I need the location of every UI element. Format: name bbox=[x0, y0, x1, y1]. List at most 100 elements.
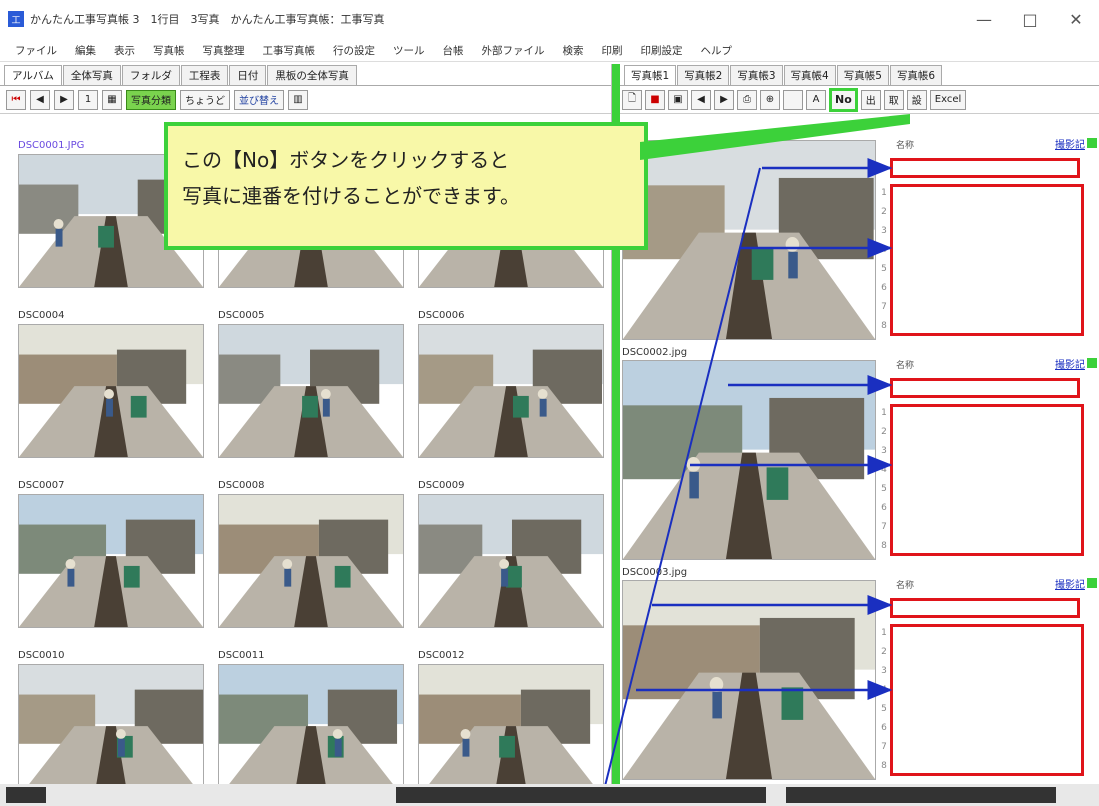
tab-album[interactable]: アルバム bbox=[4, 65, 62, 85]
thumbnail-image[interactable] bbox=[218, 494, 404, 628]
thumbnail-label: DSC0010 bbox=[18, 650, 65, 661]
print-icon[interactable]: ⎙ bbox=[737, 89, 757, 110]
page-input[interactable]: 1 bbox=[78, 89, 98, 110]
thumbnail-item[interactable]: DSC0006 bbox=[418, 310, 604, 460]
minimize-button[interactable]: — bbox=[961, 0, 1007, 38]
photo-memo-textarea[interactable] bbox=[890, 184, 1084, 336]
status-segment-3 bbox=[786, 787, 1056, 803]
tab-schedule[interactable]: 工程表 bbox=[180, 65, 229, 85]
next-page-icon[interactable]: ▶ bbox=[714, 89, 734, 110]
tab-folder[interactable]: フォルダ bbox=[121, 65, 180, 85]
right-tabs: 写真帳1 写真帳2 写真帳3 写真帳4 写真帳5 写真帳6 bbox=[620, 64, 1099, 86]
tab-blackboard[interactable]: 黒板の全体写真 bbox=[267, 65, 357, 85]
tab-album-3[interactable]: 写真帳3 bbox=[730, 65, 783, 85]
menu-help[interactable]: ヘルプ bbox=[692, 43, 742, 58]
tab-album-4[interactable]: 写真帳4 bbox=[783, 65, 836, 85]
photo-title-input[interactable] bbox=[890, 598, 1080, 618]
thumbnail-image[interactable] bbox=[418, 324, 604, 458]
thumbnail-label: DSC0008 bbox=[218, 480, 265, 491]
filter-dropdown[interactable]: ちょうど bbox=[180, 89, 230, 110]
close-button[interactable]: ✕ bbox=[1053, 0, 1099, 38]
thumbnail-item[interactable]: DSC0005 bbox=[218, 310, 404, 460]
new-icon[interactable]: 🗋 bbox=[622, 89, 642, 110]
album-photo[interactable] bbox=[622, 580, 876, 780]
thumbnail-image[interactable] bbox=[218, 664, 404, 798]
callout-line-1: この【No】ボタンをクリックすると bbox=[182, 148, 510, 172]
menu-file[interactable]: ファイル bbox=[6, 43, 66, 58]
tab-album-6[interactable]: 写真帳6 bbox=[889, 65, 943, 85]
save-icon[interactable]: ■ bbox=[645, 89, 665, 110]
text-icon[interactable]: A bbox=[806, 89, 826, 110]
photo-info-link[interactable]: 撮影記 bbox=[1055, 356, 1085, 371]
menu-ledger[interactable]: 台帳 bbox=[434, 43, 473, 58]
thumbnail-image[interactable] bbox=[18, 494, 204, 628]
thumbnail-image[interactable] bbox=[418, 664, 604, 798]
thumbnail-label: DSC0006 bbox=[418, 310, 465, 321]
thumbnail-image[interactable] bbox=[18, 324, 204, 458]
thumbnail-item[interactable]: DSC0009 bbox=[418, 480, 604, 630]
first-icon[interactable]: ⏮ bbox=[6, 89, 26, 110]
photo-filename: DSC0002.jpg bbox=[622, 347, 688, 358]
number-button[interactable]: No bbox=[829, 87, 858, 112]
album-photo[interactable] bbox=[622, 140, 876, 340]
zoom-icon[interactable]: ⊕ bbox=[760, 89, 780, 110]
column-icon[interactable]: ▥ bbox=[288, 89, 308, 110]
settings-icon[interactable]: 設 bbox=[906, 89, 927, 110]
menu-print-settings[interactable]: 印刷設定 bbox=[632, 43, 692, 58]
photo-title-input[interactable] bbox=[890, 158, 1080, 178]
menu-organize[interactable]: 写真整理 bbox=[194, 43, 254, 58]
maximize-button[interactable]: □ bbox=[1007, 0, 1053, 38]
thumbnail-item[interactable]: DSC0012 bbox=[418, 650, 604, 800]
grid-icon[interactable]: ▦ bbox=[102, 89, 122, 110]
thumbnail-image[interactable] bbox=[418, 494, 604, 628]
photo-memo-textarea[interactable] bbox=[890, 404, 1084, 556]
menu-external[interactable]: 外部ファイル bbox=[473, 43, 554, 58]
thumbnail-label: DSC0007 bbox=[18, 480, 65, 491]
sort-button[interactable]: 並び替え bbox=[234, 89, 284, 110]
photo-memo-textarea[interactable] bbox=[890, 624, 1084, 776]
right-panel: 写真帳1 写真帳2 写真帳3 写真帳4 写真帳5 写真帳6 🗋 ■ ▣ ◀ ▶ … bbox=[620, 64, 1099, 784]
thumbnail-item[interactable]: DSC0004 bbox=[18, 310, 204, 460]
menu-tools[interactable]: ツール bbox=[384, 43, 434, 58]
output-icon[interactable]: 出 bbox=[860, 89, 881, 110]
classify-button[interactable]: 写真分類 bbox=[126, 89, 176, 110]
tab-album-2[interactable]: 写真帳2 bbox=[677, 65, 730, 85]
window-controls: — □ ✕ bbox=[961, 0, 1099, 38]
menu-construction[interactable]: 工事写真帳 bbox=[254, 43, 325, 58]
save-as-icon[interactable]: ▣ bbox=[668, 89, 688, 110]
menu-print[interactable]: 印刷 bbox=[593, 43, 632, 58]
album-photo[interactable] bbox=[622, 360, 876, 560]
photo-title-input[interactable] bbox=[890, 378, 1080, 398]
menu-row-settings[interactable]: 行の設定 bbox=[324, 43, 384, 58]
line-numbers: 12345678 bbox=[881, 188, 887, 331]
menu-search[interactable]: 検索 bbox=[554, 43, 593, 58]
thumbnail-image[interactable] bbox=[218, 324, 404, 458]
thumbnail-item[interactable]: DSC0007 bbox=[18, 480, 204, 630]
menu-album[interactable]: 写真帳 bbox=[144, 43, 194, 58]
thumbnail-item[interactable]: DSC0011 bbox=[218, 650, 404, 800]
tab-album-5[interactable]: 写真帳5 bbox=[836, 65, 889, 85]
menu-edit[interactable]: 編集 bbox=[66, 43, 105, 58]
excel-button[interactable]: Excel bbox=[929, 89, 967, 110]
photo-info-link[interactable]: 撮影記 bbox=[1055, 136, 1085, 151]
tab-album-1[interactable]: 写真帳1 bbox=[624, 65, 677, 85]
thumbnail-image[interactable] bbox=[18, 664, 204, 798]
thumbnail-label: DSC0004 bbox=[18, 310, 65, 321]
blank-button[interactable] bbox=[783, 89, 803, 110]
menu-bar: ファイル 編集 表示 写真帳 写真整理 工事写真帳 行の設定 ツール 台帳 外部… bbox=[0, 40, 1099, 62]
status-bar bbox=[0, 784, 1099, 806]
line-numbers: 12345678 bbox=[881, 628, 887, 771]
import-icon[interactable]: 取 bbox=[883, 89, 904, 110]
prev-page-icon[interactable]: ◀ bbox=[691, 89, 711, 110]
photo-info-link[interactable]: 撮影記 bbox=[1055, 576, 1085, 591]
menu-view[interactable]: 表示 bbox=[105, 43, 144, 58]
thumbnail-item[interactable]: DSC0008 bbox=[218, 480, 404, 630]
app-icon: 工 bbox=[8, 11, 24, 27]
next-icon[interactable]: ▶ bbox=[54, 89, 74, 110]
prev-icon[interactable]: ◀ bbox=[30, 89, 50, 110]
thumbnail-item[interactable]: DSC0010 bbox=[18, 650, 204, 800]
tab-all-photos[interactable]: 全体写真 bbox=[62, 65, 121, 85]
status-segment-1 bbox=[6, 787, 46, 803]
thumbnail-label: DSC0011 bbox=[218, 650, 265, 661]
tab-date[interactable]: 日付 bbox=[229, 65, 267, 85]
